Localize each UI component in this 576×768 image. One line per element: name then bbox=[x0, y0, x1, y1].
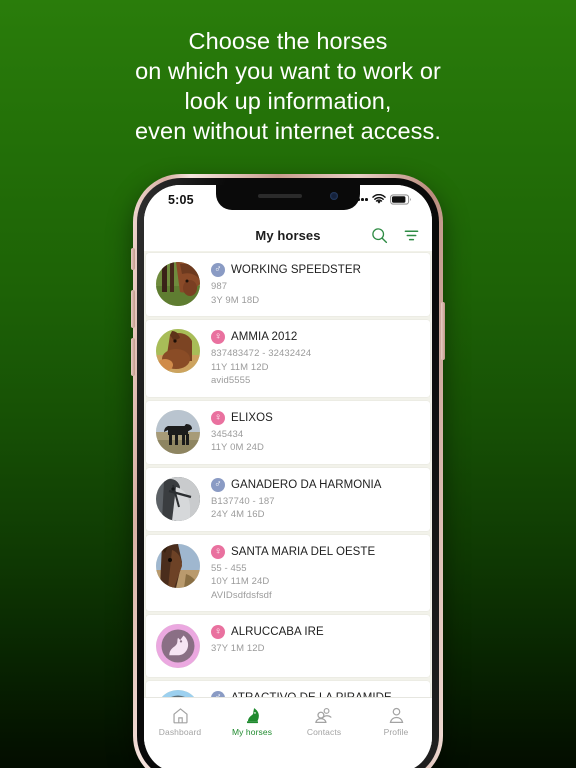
phone-notch bbox=[216, 185, 360, 210]
table-row[interactable]: ♀ ÁLRUCCABA IRE 37Y 1M 12D bbox=[146, 615, 430, 677]
phone-volume-down-button[interactable] bbox=[131, 338, 135, 376]
status-indicators bbox=[353, 194, 412, 205]
tab-label: My horses bbox=[231, 727, 273, 737]
horse-name-row: ♀ ELIXOS bbox=[211, 410, 420, 425]
table-row[interactable]: ♀ AMMIA 2012 837483472 - 32432424 11Y 11… bbox=[146, 320, 430, 397]
horse-age: 37Y 1M 12D bbox=[211, 643, 265, 654]
horse-name: GANADERO DA HARMONIA bbox=[231, 478, 382, 491]
horse-photo-grey-bridled bbox=[156, 476, 200, 521]
filter-icon[interactable] bbox=[403, 227, 420, 244]
horse-info: ♀ ELIXOS 345434 11Y 0M 24D bbox=[211, 410, 420, 455]
headline-line-2: on which you want to work or bbox=[135, 58, 441, 84]
horse-info: ♀ ÁLRUCCABA IRE 37Y 1M 12D bbox=[211, 624, 420, 656]
app-bar: My horses bbox=[144, 219, 432, 251]
phone-power-button[interactable] bbox=[441, 302, 445, 360]
horse-name-row: ♀ AMMIA 2012 bbox=[211, 330, 420, 344]
male-symbol-icon: ♂ bbox=[211, 477, 225, 492]
horse-id: B137740 - 187 bbox=[211, 495, 275, 507]
horse-name: ATRACTIVO DE LA PIRAMIDE bbox=[231, 692, 392, 697]
horse-photo-brown-grazing bbox=[156, 262, 200, 306]
horse-avid: avid5555 bbox=[211, 375, 251, 386]
tab-my-horses[interactable]: My horses bbox=[216, 706, 288, 737]
phone-mute-switch[interactable] bbox=[131, 248, 135, 270]
horse-name: SANTA MARIA DEL OESTE bbox=[231, 545, 376, 558]
wifi-icon bbox=[372, 194, 386, 205]
horse-id: 345434 bbox=[211, 428, 244, 440]
horse-name: ÁLRUCCABA IRE bbox=[231, 626, 324, 638]
horse-info: ♀ AMMIA 2012 837483472 - 32432424 11Y 11… bbox=[211, 329, 420, 388]
horse-age: 10Y 11M 24D bbox=[211, 576, 270, 587]
horse-age: 24Y 4M 16D bbox=[211, 509, 265, 520]
tab-label: Profile bbox=[383, 727, 409, 737]
horse-list[interactable]: ♂ WORKING SPEEDSTER 987 3Y 9M 18D ♀ AMMI… bbox=[144, 251, 432, 697]
search-icon[interactable] bbox=[371, 227, 388, 244]
horse-avid: AVIDsdfdsfsdf bbox=[211, 589, 272, 601]
tab-contacts[interactable]: Contacts bbox=[288, 706, 360, 737]
phone-mockup: 5:05 My horses ♂ WORKING SPEEDSTER 987 3… bbox=[131, 174, 445, 768]
headline-line-4: even without internet access. bbox=[135, 118, 441, 144]
male-symbol-icon: ♂ bbox=[211, 691, 225, 697]
home-icon bbox=[171, 706, 190, 725]
earpiece-speaker bbox=[258, 194, 302, 198]
phone-screen: 5:05 My horses ♂ WORKING SPEEDSTER 987 3… bbox=[144, 185, 432, 768]
tab-label: Dashboard bbox=[158, 727, 202, 737]
horse-name: ELIXOS bbox=[231, 411, 273, 424]
horse-name-row: ♂ GANADERO DA HARMONIA bbox=[211, 477, 420, 492]
horse-name-row: ♀ SANTA MARIA DEL OESTE bbox=[211, 544, 420, 559]
promo-headline: Choose the horses on which you want to w… bbox=[0, 26, 576, 146]
horse-photo-head-sunset bbox=[156, 543, 200, 588]
table-row[interactable]: ♂ WORKING SPEEDSTER 987 3Y 9M 18D bbox=[146, 253, 430, 316]
male-symbol-icon: ♂ bbox=[211, 263, 225, 277]
horse-name-row: ♂ ATRACTIVO DE LA PIRAMIDE bbox=[211, 691, 420, 697]
horse-head-placeholder-blue bbox=[156, 690, 200, 697]
horse-id: 987 bbox=[211, 281, 228, 292]
horse-age: 11Y 11M 12D bbox=[211, 361, 269, 373]
female-symbol-icon: ♀ bbox=[211, 544, 225, 559]
horse-age: 11Y 0M 24D bbox=[211, 442, 264, 453]
horse-name: AMMIA 2012 bbox=[231, 331, 298, 343]
app-bar-actions bbox=[371, 227, 420, 244]
contacts-icon bbox=[314, 706, 334, 725]
bottom-tab-bar: Dashboard My horses Contacts Profile bbox=[144, 697, 432, 745]
horse-info: ♂ ATRACTIVO DE LA PIRAMIDE 265359 12Y 10… bbox=[211, 690, 420, 697]
tab-dashboard[interactable]: Dashboard bbox=[144, 706, 216, 737]
horse-name: WORKING SPEEDSTER bbox=[231, 264, 361, 276]
table-row[interactable]: ♀ ELIXOS 345434 11Y 0M 24D bbox=[146, 400, 430, 464]
battery-icon bbox=[390, 194, 412, 205]
horse-photo-black-standing bbox=[156, 409, 200, 454]
horse-info: ♂ GANADERO DA HARMONIA B137740 - 187 24Y… bbox=[211, 477, 420, 522]
horse-id: 837483472 - 32432424 bbox=[211, 348, 312, 359]
horse-info: ♀ SANTA MARIA DEL OESTE 55 - 455 10Y 11M… bbox=[211, 544, 420, 603]
horse-info: ♂ WORKING SPEEDSTER 987 3Y 9M 18D bbox=[211, 262, 420, 307]
phone-volume-up-button[interactable] bbox=[131, 290, 135, 328]
horse-name-row: ♂ WORKING SPEEDSTER bbox=[211, 263, 420, 277]
tab-label: Contacts bbox=[306, 727, 342, 737]
horse-name-row: ♀ ÁLRUCCABA IRE bbox=[211, 625, 420, 639]
horse-photo-foal-lying bbox=[156, 329, 200, 373]
tab-profile[interactable]: Profile bbox=[360, 706, 432, 737]
status-time: 5:05 bbox=[168, 193, 194, 207]
table-row[interactable]: ♀ SANTA MARIA DEL OESTE 55 - 455 10Y 11M… bbox=[146, 534, 430, 611]
horse-head-placeholder-pink bbox=[156, 624, 200, 668]
horse-id: 55 - 455 bbox=[211, 562, 247, 574]
table-row[interactable]: ♂ ATRACTIVO DE LA PIRAMIDE 265359 12Y 10… bbox=[146, 681, 430, 697]
front-camera bbox=[330, 192, 338, 200]
female-symbol-icon: ♀ bbox=[211, 410, 225, 425]
headline-line-1: Choose the horses bbox=[188, 28, 388, 54]
headline-line-3: look up information, bbox=[184, 88, 392, 114]
knight-icon bbox=[243, 706, 262, 725]
table-row[interactable]: ♂ GANADERO DA HARMONIA B137740 - 187 24Y… bbox=[146, 467, 430, 531]
horse-age: 3Y 9M 18D bbox=[211, 294, 260, 306]
female-symbol-icon: ♀ bbox=[211, 625, 225, 639]
female-symbol-icon: ♀ bbox=[211, 330, 225, 344]
person-icon bbox=[387, 706, 406, 725]
